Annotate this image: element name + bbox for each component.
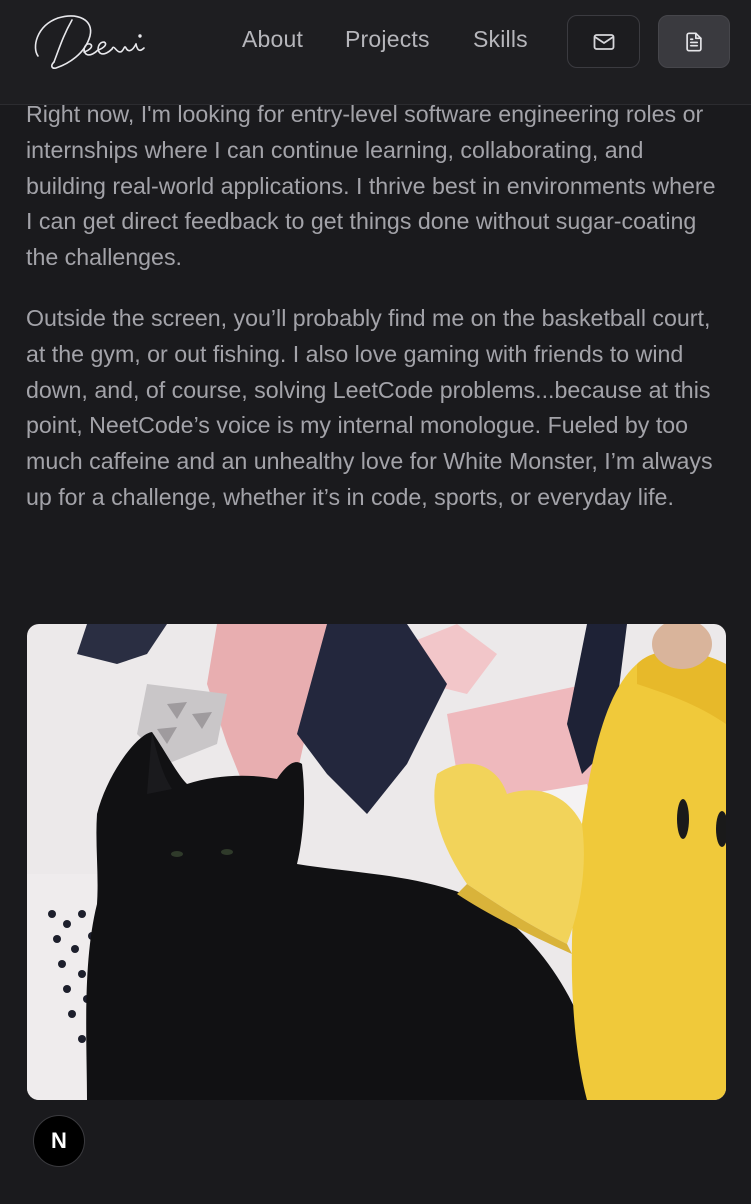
resume-button[interactable] <box>658 15 730 68</box>
nav-about[interactable]: About <box>242 26 303 53</box>
nav-projects[interactable]: Projects <box>345 26 430 53</box>
nav-skills[interactable]: Skills <box>473 26 528 53</box>
paragraph-job-search: Right now, I'm looking for entry-level s… <box>26 101 716 271</box>
mail-icon <box>593 33 614 50</box>
paragraph-hobbies: Outside the screen, you’ll probably find… <box>26 304 713 510</box>
signature-logo[interactable] <box>30 6 170 76</box>
page: About Projects Skills Right now, I'm loo… <box>0 0 751 1204</box>
site-header: About Projects Skills <box>0 0 751 105</box>
photo-illustration <box>27 624 726 1100</box>
nextjs-icon: N <box>51 1128 67 1153</box>
document-icon <box>686 31 702 52</box>
cat-photo <box>27 624 726 1100</box>
contact-email-button[interactable] <box>567 15 640 68</box>
about-text: Right now, I'm looking for entry-level s… <box>26 97 726 516</box>
nextjs-dev-badge[interactable]: N <box>33 1115 85 1167</box>
